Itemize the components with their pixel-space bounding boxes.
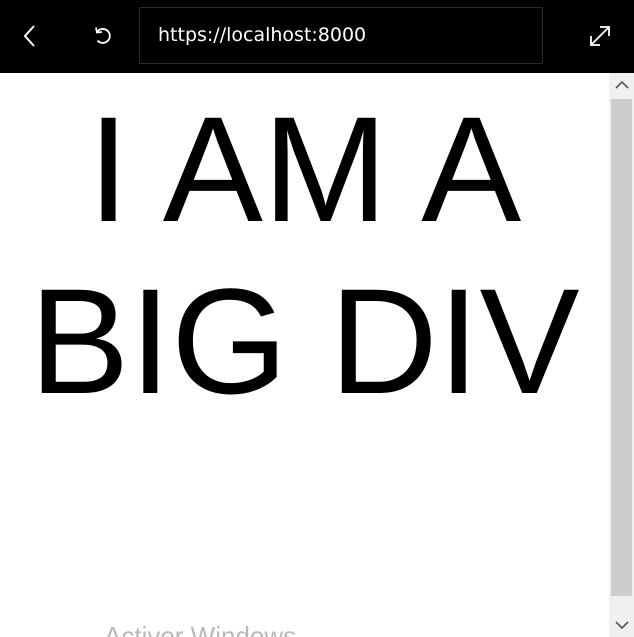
chevron-up-icon [614,80,629,89]
scroll-down-button[interactable] [609,613,634,637]
vertical-scrollbar[interactable] [609,73,634,637]
address-bar[interactable]: https://localhost:8000 [139,7,543,64]
chevron-down-icon [614,621,629,630]
page-viewport: I AM A BIG DIV Activer Windows [0,73,609,637]
activate-windows-watermark: Activer Windows [104,621,297,637]
address-text: https://localhost:8000 [158,24,367,46]
scroll-thumb[interactable] [611,99,632,596]
scroll-up-button[interactable] [609,73,634,97]
refresh-button[interactable] [85,18,121,54]
expand-icon [590,26,610,46]
chevron-left-icon [23,25,35,47]
back-button[interactable] [13,18,49,54]
big-div-heading: I AM A BIG DIV [29,85,580,425]
refresh-icon [95,27,111,44]
browser-toolbar: https://localhost:8000 [0,0,634,73]
expand-button[interactable] [582,18,618,54]
